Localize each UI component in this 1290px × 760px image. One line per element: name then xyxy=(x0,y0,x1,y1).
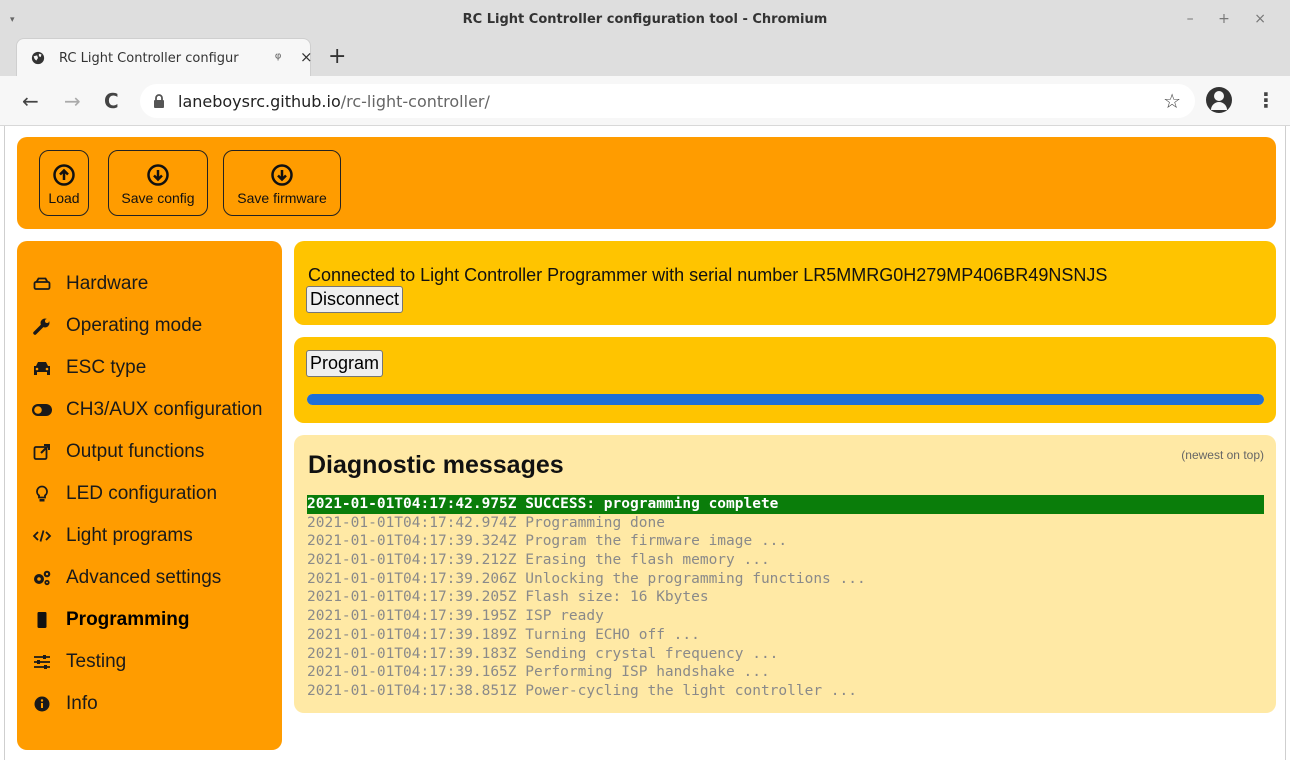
sidebar-item-label: Programming xyxy=(66,609,190,630)
tab-usb-icon: ᵠ xyxy=(275,49,282,65)
log-line: 2021-01-01T04:17:38.851Z Power-cycling t… xyxy=(307,682,857,699)
sliders-icon xyxy=(31,652,53,672)
toggle-icon xyxy=(31,400,53,420)
hdd-icon xyxy=(31,274,53,294)
connection-panel: Connected to Light Controller Programmer… xyxy=(294,241,1276,325)
sidebar-item-ch3-aux[interactable]: CH3/AUX configuration xyxy=(31,395,262,425)
log-line: 2021-01-01T04:17:39.206Z Unlocking the p… xyxy=(307,570,866,587)
sidebar-item-label: Light programs xyxy=(66,525,193,546)
forward-icon[interactable]: → xyxy=(64,89,81,113)
tab-strip: RC Light Controller configur ᵠ × + xyxy=(0,36,1290,76)
chip-icon xyxy=(31,610,53,630)
sidebar-item-label: Info xyxy=(66,693,98,714)
wrench-icon xyxy=(31,316,53,336)
sidebar-item-advanced-settings[interactable]: Advanced settings xyxy=(31,563,221,593)
window-titlebar: ▾ RC Light Controller configuration tool… xyxy=(0,0,1290,40)
sidebar-item-label: Hardware xyxy=(66,273,149,294)
save-firmware-label: Save firmware xyxy=(237,190,327,206)
cogs-icon xyxy=(31,568,53,588)
log-line: 2021-01-01T04:17:39.205Z Flash size: 16 … xyxy=(307,589,709,606)
sidebar-item-label: Operating mode xyxy=(66,315,203,336)
log-line: 2021-01-01T04:17:39.195Z ISP ready xyxy=(307,608,604,625)
download-circle-icon xyxy=(271,164,293,186)
program-button[interactable]: Program xyxy=(306,350,384,377)
sidebar-item-programming[interactable]: Programming xyxy=(31,605,190,635)
sidebar-item-hardware[interactable]: Hardware xyxy=(31,269,148,299)
sidebar-item-label: ESC type xyxy=(66,357,147,378)
lightbulb-icon xyxy=(31,484,53,504)
diagnostics-title: Diagnostic messages xyxy=(308,451,564,479)
sidebar-item-light-programs[interactable]: Light programs xyxy=(31,521,193,551)
action-bar: Load Save config Save firmware xyxy=(17,137,1276,229)
sidebar-item-label: Testing xyxy=(66,651,127,672)
url-path: /rc-light-controller/ xyxy=(340,92,490,111)
sidebar-item-label: Output functions xyxy=(66,441,205,462)
browser-menu-icon[interactable]: ⋮ xyxy=(1256,88,1276,113)
diagnostics-panel: Diagnostic messages (newest on top) 2021… xyxy=(294,435,1276,713)
upload-circle-icon xyxy=(53,164,75,186)
reload-icon[interactable]: C xyxy=(104,89,119,113)
diagnostics-log: 2021-01-01T04:17:42.975Z SUCCESS: progra… xyxy=(307,495,1264,701)
sidebar-item-led-configuration[interactable]: LED configuration xyxy=(31,479,217,509)
sidebar-item-label: CH3/AUX configuration xyxy=(66,399,263,420)
log-line: 2021-01-01T04:17:39.183Z Sending crystal… xyxy=(307,645,779,662)
download-circle-icon xyxy=(147,164,169,186)
log-line: 2021-01-01T04:17:39.189Z Turning ECHO of… xyxy=(307,626,700,643)
tab-title: RC Light Controller configur xyxy=(59,51,239,66)
disconnect-button[interactable]: Disconnect xyxy=(306,286,404,313)
lock-icon xyxy=(154,94,164,108)
save-config-label: Save config xyxy=(121,190,195,206)
back-icon[interactable]: ← xyxy=(22,89,39,113)
browser-tab[interactable]: RC Light Controller configur ᵠ × xyxy=(16,38,313,76)
programming-progress-bar xyxy=(307,394,1264,405)
programming-panel: Program xyxy=(294,337,1276,423)
address-bar[interactable]: laneboysrc.github.io/rc-light-controller… xyxy=(140,84,1195,118)
url-host: laneboysrc.github.io xyxy=(178,92,341,111)
sidebar-item-esc-type[interactable]: ESC type xyxy=(31,353,146,383)
log-line: 2021-01-01T04:17:39.324Z Program the fir… xyxy=(307,533,788,550)
sidebar-item-info[interactable]: Info xyxy=(31,689,98,719)
save-config-button[interactable]: Save config xyxy=(108,150,208,216)
save-firmware-button[interactable]: Save firmware xyxy=(223,150,341,216)
sidebar-item-testing[interactable]: Testing xyxy=(31,647,126,677)
bookmark-star-icon[interactable]: ☆ xyxy=(1163,89,1181,114)
progress-fill xyxy=(307,394,1264,405)
sidebar: Hardware Operating mode ESC type CH3/AUX… xyxy=(17,241,282,750)
diagnostics-note: (newest on top) xyxy=(1181,448,1264,462)
sidebar-item-output-functions[interactable]: Output functions xyxy=(31,437,204,467)
sidebar-item-label: LED configuration xyxy=(66,483,218,504)
log-line: 2021-01-01T04:17:39.165Z Performing ISP … xyxy=(307,664,770,681)
tab-close-icon[interactable]: × xyxy=(300,48,313,66)
window-controls[interactable]: – + × xyxy=(1187,11,1276,27)
load-button[interactable]: Load xyxy=(39,150,89,216)
profile-avatar-icon[interactable] xyxy=(1206,87,1232,113)
log-line-success: 2021-01-01T04:17:42.975Z SUCCESS: progra… xyxy=(307,495,1264,514)
code-icon xyxy=(31,526,53,546)
sidebar-item-label: Advanced settings xyxy=(66,567,222,588)
car-icon xyxy=(31,358,53,378)
info-icon xyxy=(31,694,53,714)
window-title: RC Light Controller configuration tool -… xyxy=(462,12,828,27)
log-line: 2021-01-01T04:17:42.974Z Programming don… xyxy=(307,514,665,531)
url-text: laneboysrc.github.io/rc-light-controller… xyxy=(178,92,490,111)
connection-status: Connected to Light Controller Programmer… xyxy=(308,265,1108,285)
log-line: 2021-01-01T04:17:39.212Z Erasing the fla… xyxy=(307,552,770,569)
load-label: Load xyxy=(48,190,80,206)
external-link-icon xyxy=(31,442,53,462)
browser-toolbar: ← → C laneboysrc.github.io/rc-light-cont… xyxy=(0,76,1290,126)
sidebar-item-operating-mode[interactable]: Operating mode xyxy=(31,311,202,341)
new-tab-button[interactable]: + xyxy=(328,44,346,69)
globe-icon xyxy=(31,51,45,65)
